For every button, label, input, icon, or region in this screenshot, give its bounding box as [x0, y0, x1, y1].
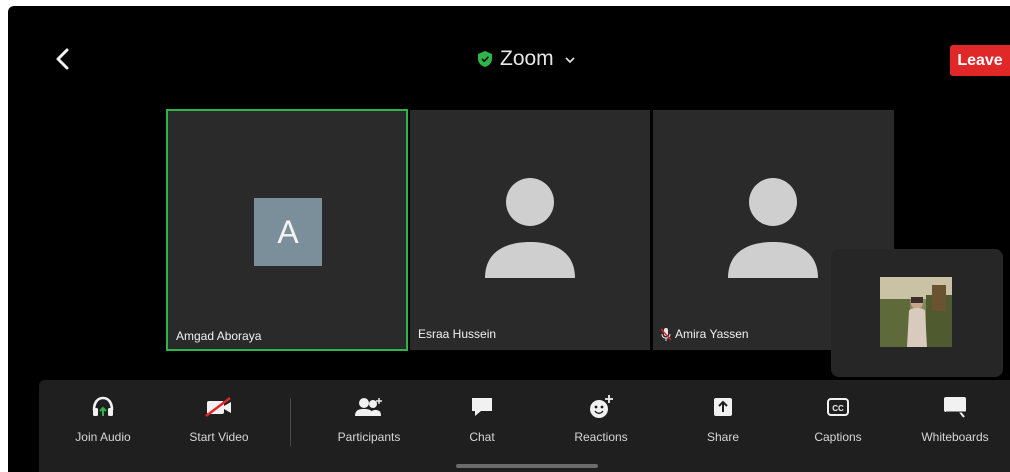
- participant-name-label: Esraa Hussein: [418, 327, 497, 341]
- join-audio-button[interactable]: Join Audio: [53, 392, 153, 452]
- participant-name: Amira Yassen: [660, 327, 749, 341]
- participant-tile[interactable]: A Amgad Aboraya: [166, 109, 408, 351]
- whiteboard-icon: [940, 392, 970, 422]
- start-video-label: Start Video: [189, 430, 249, 444]
- leave-button[interactable]: Leave: [950, 45, 1010, 76]
- whiteboards-label: Whiteboards: [921, 430, 989, 444]
- participant-name-label: Amgad Aboraya: [176, 329, 262, 343]
- captions-button[interactable]: CC Captions: [788, 392, 888, 452]
- back-arrow-icon[interactable]: [48, 44, 78, 74]
- participants-button[interactable]: Participants: [319, 392, 419, 452]
- captions-icon: CC: [823, 392, 853, 422]
- self-video-thumbnail: [880, 277, 952, 347]
- avatar-placeholder-icon: [728, 178, 818, 278]
- participant-name-label: Amira Yassen: [675, 327, 749, 341]
- chat-button[interactable]: Chat: [432, 392, 532, 452]
- mic-muted-icon: [660, 327, 672, 341]
- participants-icon: [354, 392, 384, 422]
- share-icon: [708, 392, 738, 422]
- participant-name: Amgad Aboraya: [176, 329, 261, 343]
- svg-text:CC: CC: [832, 404, 844, 413]
- home-indicator[interactable]: [456, 464, 598, 468]
- meeting-toolbar: Join Audio Start Video Participants Chat: [39, 380, 1010, 472]
- headphones-icon: [88, 392, 118, 422]
- share-label: Share: [706, 430, 740, 444]
- toolbar-divider: [290, 398, 291, 446]
- participant-name: Esraa Hussein: [418, 327, 496, 341]
- meeting-screen: Zoom Leave A Amgad Aboraya Esraa Hussein: [8, 6, 1010, 472]
- chat-icon: [467, 392, 497, 422]
- reactions-button[interactable]: Reactions: [551, 392, 651, 452]
- meeting-title-dropdown[interactable]: Zoom: [478, 46, 576, 72]
- avatar: A: [254, 198, 322, 266]
- video-off-icon: [204, 392, 234, 422]
- chat-label: Chat: [469, 430, 495, 444]
- self-view[interactable]: [831, 249, 1003, 377]
- avatar-placeholder-icon: [485, 178, 575, 278]
- share-button[interactable]: Share: [673, 392, 773, 452]
- participant-tile[interactable]: Esraa Hussein: [410, 110, 650, 350]
- meeting-title: Zoom: [500, 47, 554, 70]
- reactions-icon: [586, 392, 616, 422]
- join-audio-label: Join Audio: [75, 430, 131, 444]
- reactions-label: Reactions: [574, 430, 628, 444]
- shield-icon: [478, 51, 492, 67]
- participants-label: Participants: [337, 430, 401, 444]
- whiteboards-button[interactable]: Whiteboards: [905, 392, 1005, 452]
- start-video-button[interactable]: Start Video: [169, 392, 269, 452]
- chevron-down-icon: [564, 53, 576, 65]
- captions-label: Captions: [814, 430, 862, 444]
